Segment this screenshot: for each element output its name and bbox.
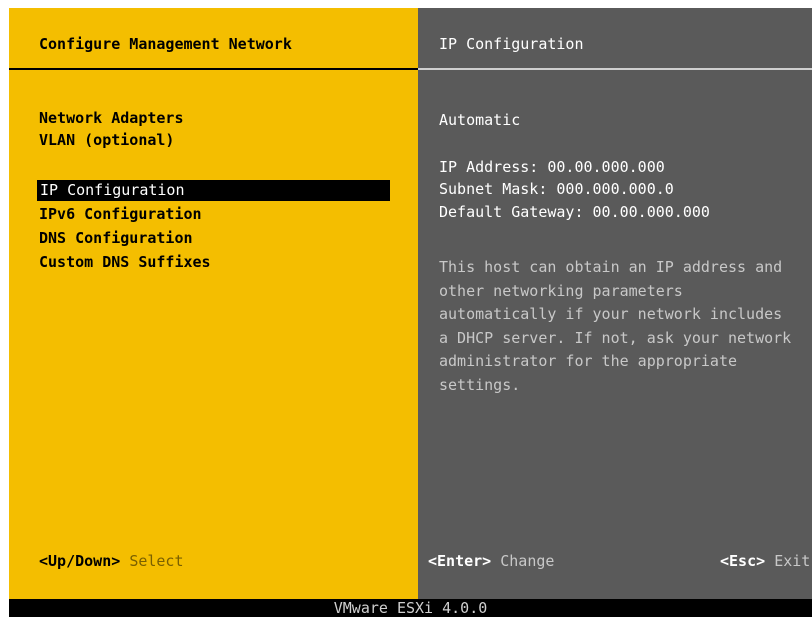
esxi-dcui-screen: Configure Management Network Network Ada… [0,0,812,617]
menu-panel-title: Configure Management Network [39,35,292,53]
detail-panel-header: IP Configuration [418,8,812,70]
esc-key-label: <Esc> [720,552,766,570]
menu-item-custom-dns-suffixes[interactable]: Custom DNS Suffixes [39,252,211,273]
menu-item-ip-configuration[interactable]: IP Configuration [37,180,390,201]
exit-label: Exit [774,552,811,570]
ip-address-line: IP Address: 00.00.000.000 [439,158,665,176]
detail-panel-title: IP Configuration [439,35,584,53]
select-label: Select [129,552,184,570]
menu-item-network-adapters[interactable]: Network Adapters [39,108,184,129]
menu-panel: Configure Management Network Network Ada… [9,8,418,599]
subnet-mask-line: Subnet Mask: 000.000.000.0 [439,180,674,198]
menu-item-dns-configuration[interactable]: DNS Configuration [39,228,193,249]
ip-mode-value: Automatic [439,111,521,129]
menu-item-ipv6-configuration[interactable]: IPv6 Configuration [39,204,202,225]
default-gateway-line: Default Gateway: 00.00.000.000 [439,203,710,221]
help-text: This host can obtain an IP address and o… [439,258,792,394]
enter-key-label: <Enter> [428,552,492,570]
exit-hint: <Esc> Exit [720,552,810,570]
select-hint: <Up/Down> Select [39,552,184,570]
detail-panel: IP Configuration Automatic IP Address: 0… [418,8,812,599]
menu-panel-header: Configure Management Network [9,8,418,70]
change-label: Change [500,552,555,570]
updown-key-label: <Up/Down> [39,552,121,570]
product-version: VMware ESXi 4.0.0 [333,599,488,617]
menu-item-vlan[interactable]: VLAN (optional) [39,130,174,151]
status-bar: VMware ESXi 4.0.0 [9,599,812,617]
change-hint: <Enter> Change [428,552,554,570]
